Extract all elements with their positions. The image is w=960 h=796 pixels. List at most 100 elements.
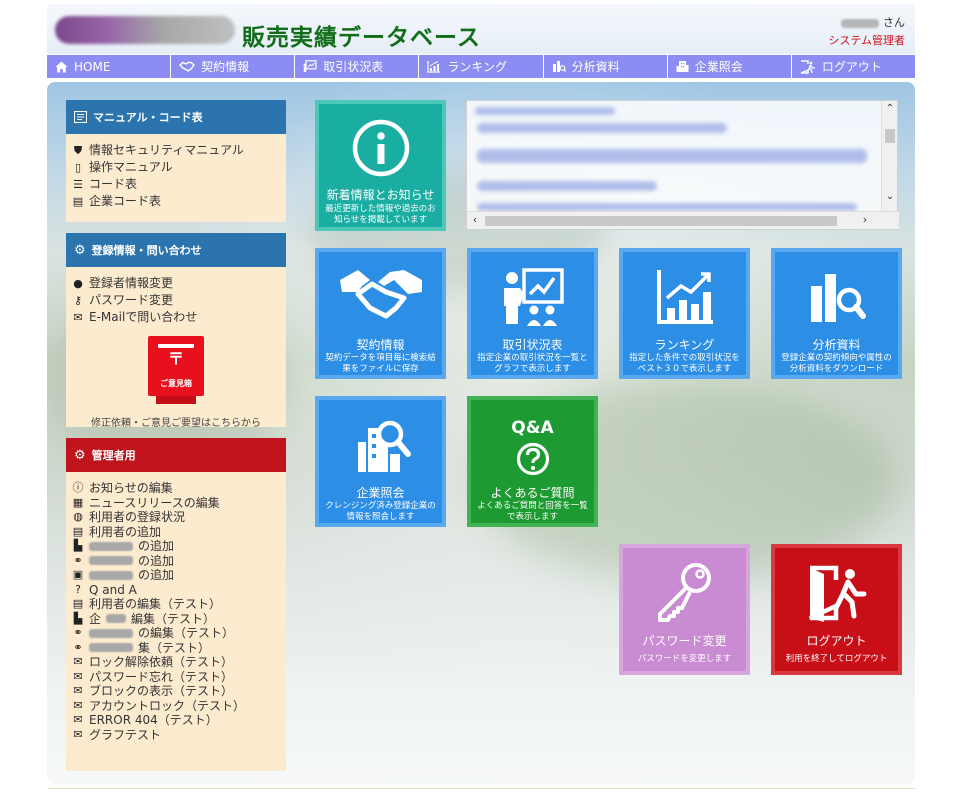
list-icon: ☰ xyxy=(73,178,83,191)
footer-divider xyxy=(47,788,915,789)
scroll-right-icon[interactable]: › xyxy=(857,213,873,229)
shield-icon: ⛊ xyxy=(73,144,83,157)
link-password-change[interactable]: ⚷ パスワード変更 xyxy=(72,292,280,309)
admin-link-notice-edit[interactable]: ⓘ お知らせの編集 xyxy=(72,481,280,496)
admin-link-add-c[interactable]: ▣ の追加 xyxy=(72,568,280,583)
tile-faq[interactable]: Q&A よくあるご質問 よくあるご質問と回答を一覧で表示します xyxy=(467,396,598,527)
redacted-text xyxy=(89,643,133,653)
nav-contract[interactable]: 契約情報 xyxy=(171,55,296,78)
tile-news[interactable]: 新着情報とお知らせ 最近更新した情報や過去のお知らせを掲載しています xyxy=(315,100,446,231)
users-icon: ◍ xyxy=(73,510,83,523)
redacted-text xyxy=(89,541,133,551)
manual-panel-header: マニュアル・コード表 xyxy=(66,100,286,134)
link-code-table[interactable]: ☰ コード表 xyxy=(72,176,280,193)
redacted-text xyxy=(106,614,127,624)
nav-analysis[interactable]: 分析資料 xyxy=(544,55,668,78)
app-header: 販売実績データベース さん システム管理者 xyxy=(47,4,915,54)
nav-logout[interactable]: ログアウト xyxy=(792,55,915,78)
tile-password[interactable]: パスワード変更 パスワードを変更します xyxy=(619,544,750,675)
nav-company-label: 企業照会 xyxy=(694,60,743,74)
home-icon xyxy=(55,61,68,72)
tile-trade-desc: 指定企業の取引状況を一覧とグラフで表示します xyxy=(477,353,588,374)
tile-logout[interactable]: ログアウト 利用を終了してログアウト xyxy=(771,544,902,675)
scroll-thumb[interactable] xyxy=(485,216,837,226)
question-icon xyxy=(516,442,549,476)
scroll-down-icon[interactable]: ⌄ xyxy=(882,191,898,205)
admin-link-news-edit[interactable]: ▦ ニュースリリースの編集 xyxy=(72,496,280,511)
feedback-mailbox[interactable]: 〒 ご意見箱 xyxy=(72,336,280,404)
page-title: 販売実績データベース xyxy=(242,25,481,51)
news-horizontal-scrollbar[interactable]: ‹ › xyxy=(467,211,899,229)
admin-link-add-b[interactable]: ⚭ の追加 xyxy=(72,554,280,569)
calendar-icon: ▣ xyxy=(72,568,84,581)
nav-trade-label: 取引状況表 xyxy=(323,60,384,74)
redacted-text xyxy=(89,628,133,638)
admin-link-password-forgot[interactable]: ✉ パスワード忘れ（テスト） xyxy=(72,670,280,685)
nav-ranking[interactable]: ランキング xyxy=(419,55,544,78)
admin-link-unlock-request[interactable]: ✉ ロック解除依頼（テスト） xyxy=(72,655,280,670)
nav-home[interactable]: HOME xyxy=(47,55,172,78)
news-vertical-scrollbar[interactable]: ⌃ ⌄ xyxy=(881,101,897,211)
mail-icon: ✉ xyxy=(73,669,83,683)
admin-link-graph-test[interactable]: ✉ グラフテスト xyxy=(72,728,280,743)
redacted-text xyxy=(477,203,857,211)
tile-company-title: 企業照会 xyxy=(356,486,405,500)
tile-trade[interactable]: 取引状況表 指定企業の取引状況を一覧とグラフで表示します xyxy=(467,248,598,379)
registration-panel-header: ⚙ 登録情報・問い合わせ xyxy=(66,233,286,267)
link-email-inquiry[interactable]: ✉ E-Mailで問い合わせ xyxy=(72,309,280,326)
scroll-left-icon[interactable]: ‹ xyxy=(467,213,483,229)
tile-company[interactable]: 企業照会 クレンジング済み登録企業の情報を照会します xyxy=(315,396,446,527)
admin-link-qa[interactable]: ? Q and A xyxy=(72,583,280,598)
news-scroll-box[interactable]: ⌃ ⌄ ‹ › xyxy=(466,100,899,230)
nav-company[interactable]: 企業照会 xyxy=(668,55,792,78)
admin-link-user-edit[interactable]: ▤ 利用者の編集（テスト） xyxy=(72,597,280,612)
nav-analysis-label: 分析資料 xyxy=(571,60,620,74)
admin-link-account-lock[interactable]: ✉ アカウントロック（テスト） xyxy=(72,699,280,714)
info-icon: ⓘ xyxy=(72,481,84,494)
tile-contract[interactable]: 契約情報 契約データを項目毎に検索結果をファイルに保存 xyxy=(315,248,446,379)
admin-link-edit-c[interactable]: ⚭ 集（テスト） xyxy=(72,641,280,656)
admin-link-edit-a[interactable]: ▙ 企編集（テスト） xyxy=(72,612,280,627)
chart-up-icon xyxy=(656,270,713,324)
scroll-thumb[interactable] xyxy=(885,129,895,143)
registration-links: ● 登録者情報変更 ⚷ パスワード変更 ✉ E-Mailで問い合わせ 〒 ご意見箱 修… xyxy=(66,267,286,435)
handshake-icon: ⚭ xyxy=(73,626,83,639)
nav-trade[interactable]: 取引状況表 xyxy=(295,55,420,78)
tile-contract-title: 契約情報 xyxy=(356,338,405,352)
mail-icon: ✉ xyxy=(73,684,83,697)
admin-link-add-a[interactable]: ▙ の追加 xyxy=(72,539,280,554)
link-operation-manual[interactable]: ▯ 操作マニュアル xyxy=(72,159,280,176)
admin-link-user-status[interactable]: ◍ 利用者の登録状況 xyxy=(72,510,280,525)
link-security-manual[interactable]: ⛊ 情報セキュリティマニュアル xyxy=(72,142,280,159)
redacted-text xyxy=(477,123,727,133)
admin-link-block-display[interactable]: ✉ ブロックの表示（テスト） xyxy=(72,684,280,699)
admin-link-user-add[interactable]: ▤ 利用者の追加 xyxy=(72,525,280,540)
logout-icon xyxy=(808,565,866,622)
book-icon xyxy=(74,111,87,123)
mail-icon: ✉ xyxy=(73,727,83,741)
handshake-icon: ⚭ xyxy=(73,640,83,654)
admin-panel-header: ⚙ 管理者用 xyxy=(66,438,286,472)
registration-panel-title: 登録情報・問い合わせ xyxy=(91,244,202,257)
redacted-text xyxy=(477,149,867,163)
tile-analysis[interactable]: 分析資料 登録企業の契約傾向や属性の分析資料をダウンロード xyxy=(771,248,902,379)
tile-ranking[interactable]: ランキング 指定した条件での取引状況をベスト３０で表示します xyxy=(619,248,750,379)
presentation-icon xyxy=(503,268,564,326)
redacted-text xyxy=(89,556,133,566)
scroll-up-icon[interactable]: ⌃ xyxy=(882,103,898,117)
bar-chart-icon: ▙ xyxy=(73,539,83,552)
link-user-info-change[interactable]: ● 登録者情報変更 xyxy=(72,275,280,292)
info-icon xyxy=(352,119,409,177)
tile-password-title: パスワード変更 xyxy=(642,634,727,648)
handshake-icon xyxy=(339,270,422,319)
link-company-code-table[interactable]: ▤ 企業コード表 xyxy=(72,193,280,210)
mailbox-icon[interactable]: 〒 ご意見箱 xyxy=(148,336,204,396)
admin-link-edit-b[interactable]: ⚭ の編集（テスト） xyxy=(72,626,280,641)
admin-link-error-404[interactable]: ✉ ERROR 404（テスト） xyxy=(72,713,280,728)
tile-ranking-title: ランキング xyxy=(654,338,715,352)
tile-company-desc: クレンジング済み登録企業の情報を照会します xyxy=(325,501,436,522)
manual-panel-title: マニュアル・コード表 xyxy=(93,111,203,124)
chart-up-icon xyxy=(427,61,441,73)
building-icon xyxy=(676,61,689,72)
tile-password-desc: パスワードを変更します xyxy=(637,654,732,664)
